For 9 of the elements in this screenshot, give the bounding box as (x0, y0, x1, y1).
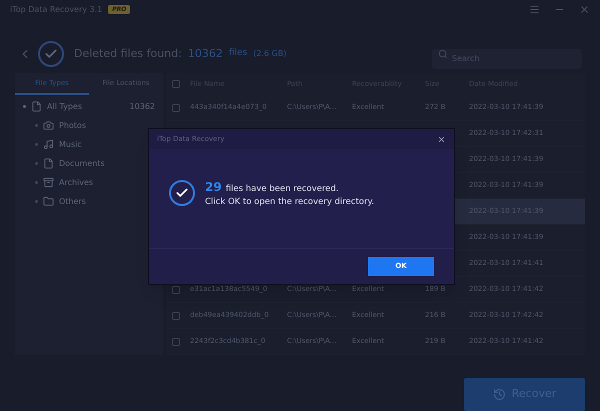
instruction-text: Click OK to open the recovery directory. (205, 196, 374, 209)
files-unit: files (228, 47, 248, 60)
item-count: 10362 (130, 100, 155, 112)
window-title: iTop Data Recovery 3.1 (10, 4, 102, 16)
found-label: Deleted files found: (74, 46, 182, 62)
file-count: 10362 (188, 46, 223, 62)
total-size: (2.6 GB) (253, 48, 286, 60)
recovered-count: 29 (205, 179, 222, 196)
recovered-message: files have been recovered. (226, 183, 339, 196)
